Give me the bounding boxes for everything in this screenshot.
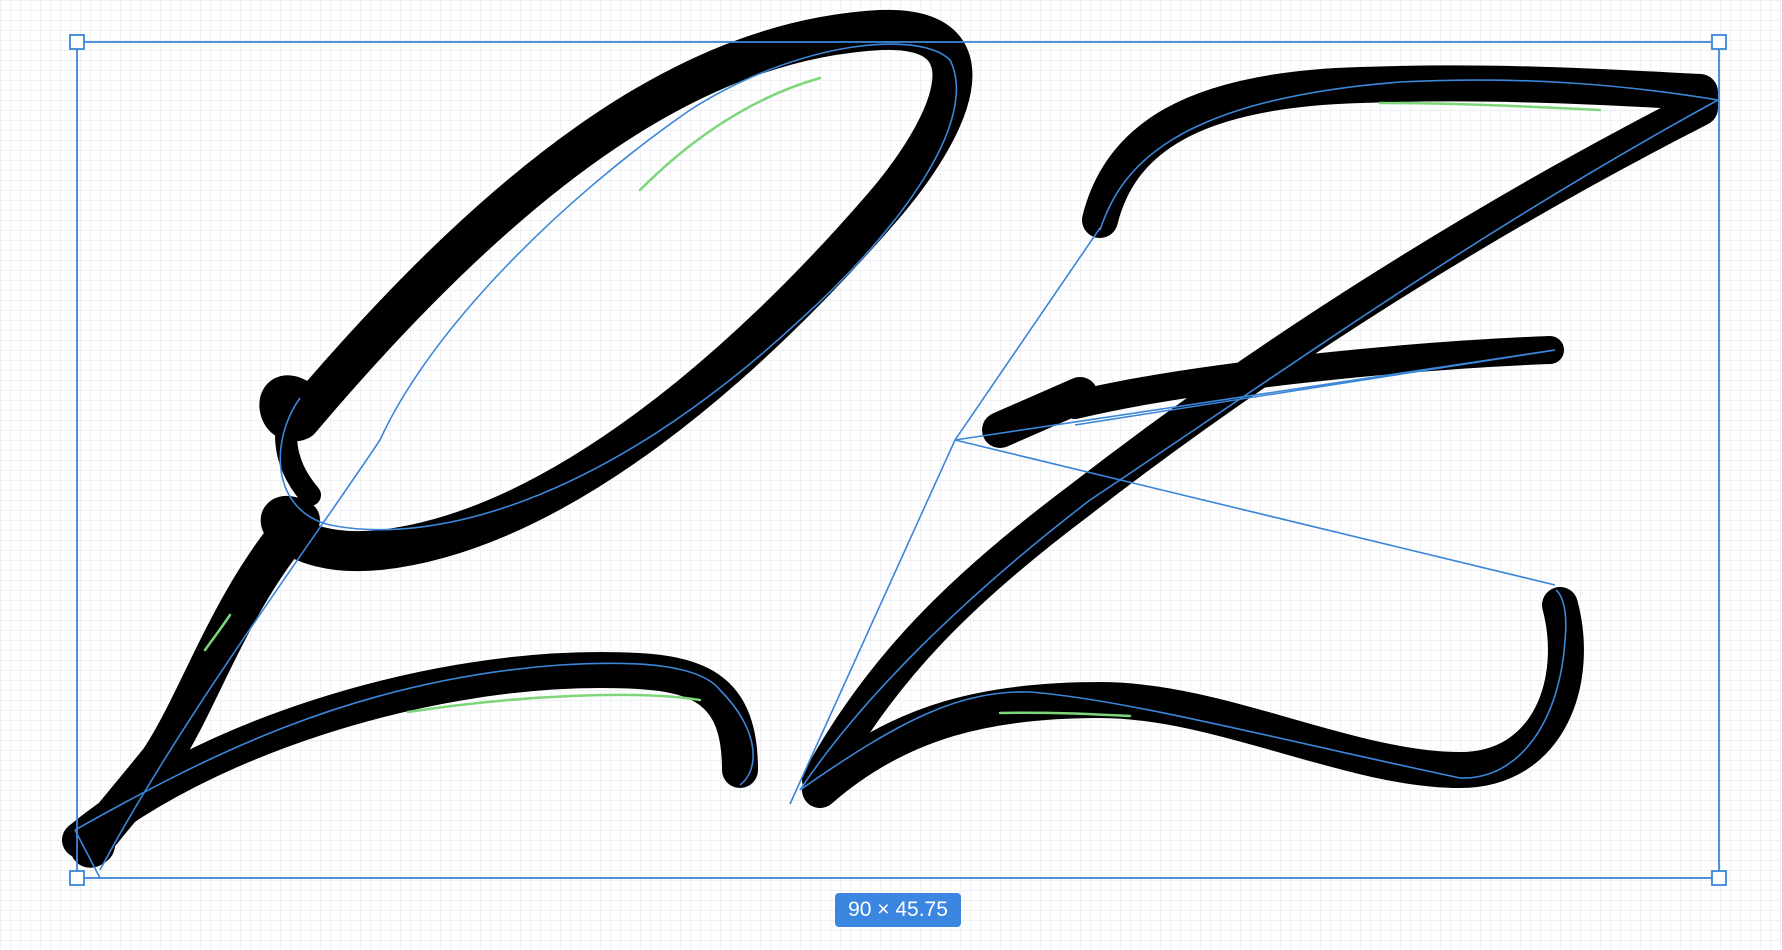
letter-z-shape[interactable] [802,65,1718,808]
resize-handle-top-right [1711,34,1727,50]
resize-handle-bottom-left [69,870,85,886]
resize-handle-top-left [69,34,85,50]
letter-l-shape[interactable] [62,9,973,868]
resize-handle-bottom-right [1711,870,1727,886]
design-canvas[interactable] [0,0,1782,950]
selection-size-badge: 90 × 45.75 [835,893,961,927]
